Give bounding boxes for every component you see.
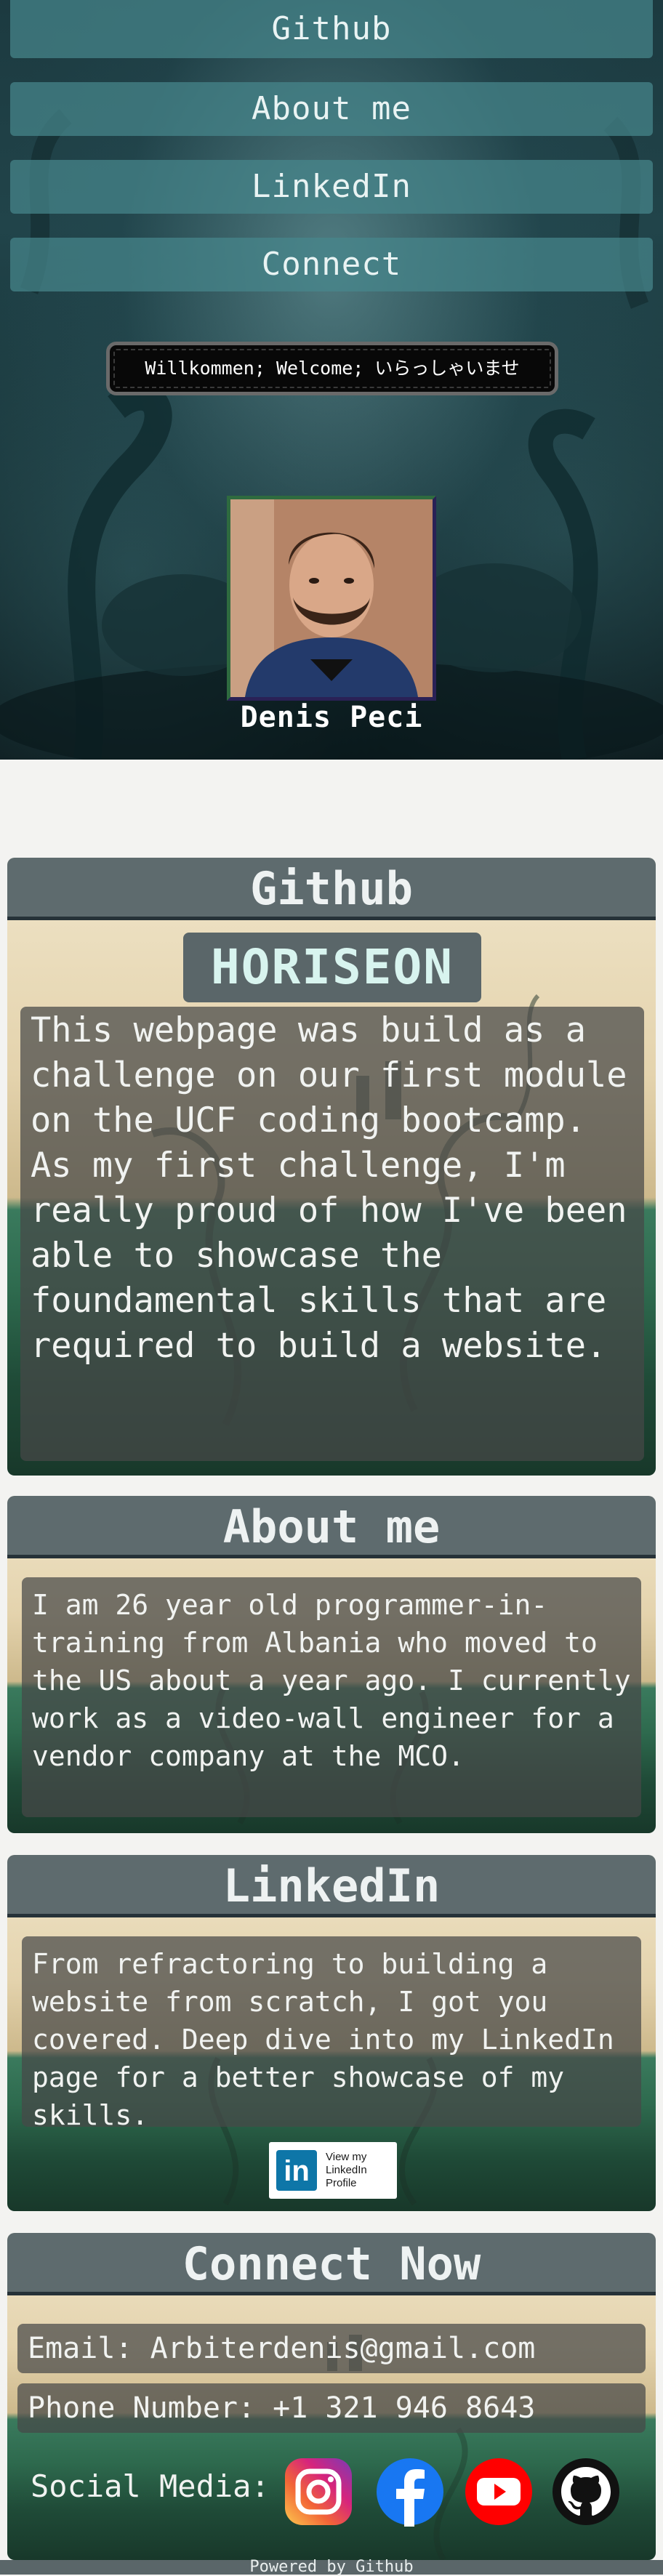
welcome-banner: Willkommen; Welcome; いらっしゃいませ [106, 342, 558, 395]
badge-line: LinkedIn [326, 2164, 367, 2176]
email-contact[interactable]: Email: Arbiterdenis@gmail.com [17, 2324, 646, 2373]
about-section: About me I am 26 year old programmer-in-… [7, 1496, 656, 1833]
about-text: I am 26 year old programmer-in-training … [22, 1577, 641, 1817]
github-description: This webpage was build as a challenge on… [20, 1007, 644, 1461]
github-icon[interactable] [551, 2457, 621, 2527]
footer: Powered by Github [0, 2559, 663, 2575]
nav-connect-button[interactable]: Connect [10, 238, 653, 291]
nav-github-button[interactable]: Github [10, 0, 653, 58]
github-section-title: Github [7, 858, 656, 920]
facebook-icon[interactable] [375, 2457, 445, 2527]
main-nav: Github About me LinkedIn Connect [10, 0, 653, 315]
hero-banner: Github About me LinkedIn Connect Willkom… [0, 0, 663, 760]
badge-line: Profile [326, 2177, 357, 2189]
profile-name: Denis Peci [240, 701, 423, 734]
instagram-icon[interactable] [284, 2457, 353, 2527]
youtube-icon[interactable] [464, 2457, 534, 2527]
nav-about-button[interactable]: About me [10, 82, 653, 136]
linkedin-text: From refractoring to building a website … [22, 1936, 641, 2131]
linkedin-section: LinkedIn From refractoring to building a… [7, 1855, 656, 2211]
linkedin-section-title: LinkedIn [7, 1855, 656, 1917]
social-media-row: Social Media: [23, 2444, 648, 2538]
project-title[interactable]: HORISEON [183, 933, 481, 1002]
nav-linkedin-button[interactable]: LinkedIn [10, 160, 653, 214]
phone-contact[interactable]: Phone Number: +1 321 946 8643 [17, 2383, 646, 2433]
profile-photo [230, 499, 433, 697]
linkedin-profile-badge[interactable]: in View my LinkedIn Profile [269, 2142, 397, 2199]
social-media-label: Social Media: [31, 2468, 270, 2504]
avatar [227, 496, 436, 701]
about-section-title: About me [7, 1496, 656, 1558]
linkedin-badge-text: View my LinkedIn Profile [326, 2151, 367, 2190]
badge-line: View my [326, 2151, 367, 2163]
linkedin-icon: in [276, 2150, 317, 2191]
connect-section: Connect Now Email: Arbiterdenis@gmail.co… [7, 2233, 656, 2560]
github-section: Github HORISEON This webpage was build a… [7, 858, 656, 1476]
connect-section-title: Connect Now [7, 2233, 656, 2295]
